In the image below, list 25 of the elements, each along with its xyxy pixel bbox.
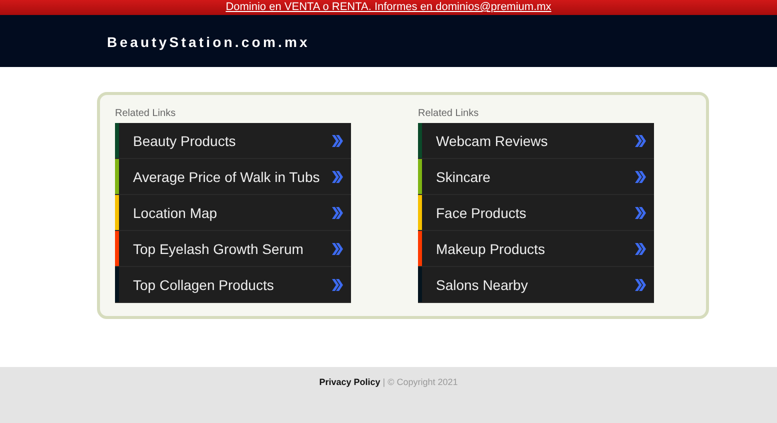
footer-text: Privacy Policy | © Copyright 2021 [319, 377, 458, 389]
related-link[interactable]: Makeup Products [418, 231, 654, 267]
related-link[interactable]: Average Price of Walk in Tubs [115, 159, 351, 195]
related-link[interactable]: Top Eyelash Growth Serum [115, 231, 351, 267]
related-link[interactable]: Location Map [115, 195, 351, 231]
double-chevron-icon [635, 278, 646, 290]
double-chevron-icon [332, 278, 343, 290]
section-heading: Related Links [115, 107, 177, 121]
double-chevron-icon [332, 206, 343, 218]
double-chevron-icon [635, 206, 646, 218]
double-chevron-icon [635, 242, 646, 254]
double-chevron-icon [332, 242, 343, 254]
double-chevron-icon [332, 170, 343, 182]
related-link[interactable]: Salons Nearby [418, 267, 654, 303]
section-heading: Related Links [418, 107, 480, 121]
related-link[interactable]: Webcam Reviews [418, 123, 654, 159]
site-title: BeautyStation.com.mx [107, 34, 310, 50]
related-link[interactable]: Face Products [418, 195, 654, 231]
double-chevron-icon [635, 170, 646, 182]
related-link[interactable]: Beauty Products [115, 123, 351, 159]
related-link[interactable]: Top Collagen Products [115, 267, 351, 303]
privacy-policy-link[interactable]: Privacy Policy [319, 377, 380, 387]
related-link[interactable]: Skincare [418, 159, 654, 195]
double-chevron-icon [635, 134, 646, 146]
double-chevron-icon [332, 134, 343, 146]
